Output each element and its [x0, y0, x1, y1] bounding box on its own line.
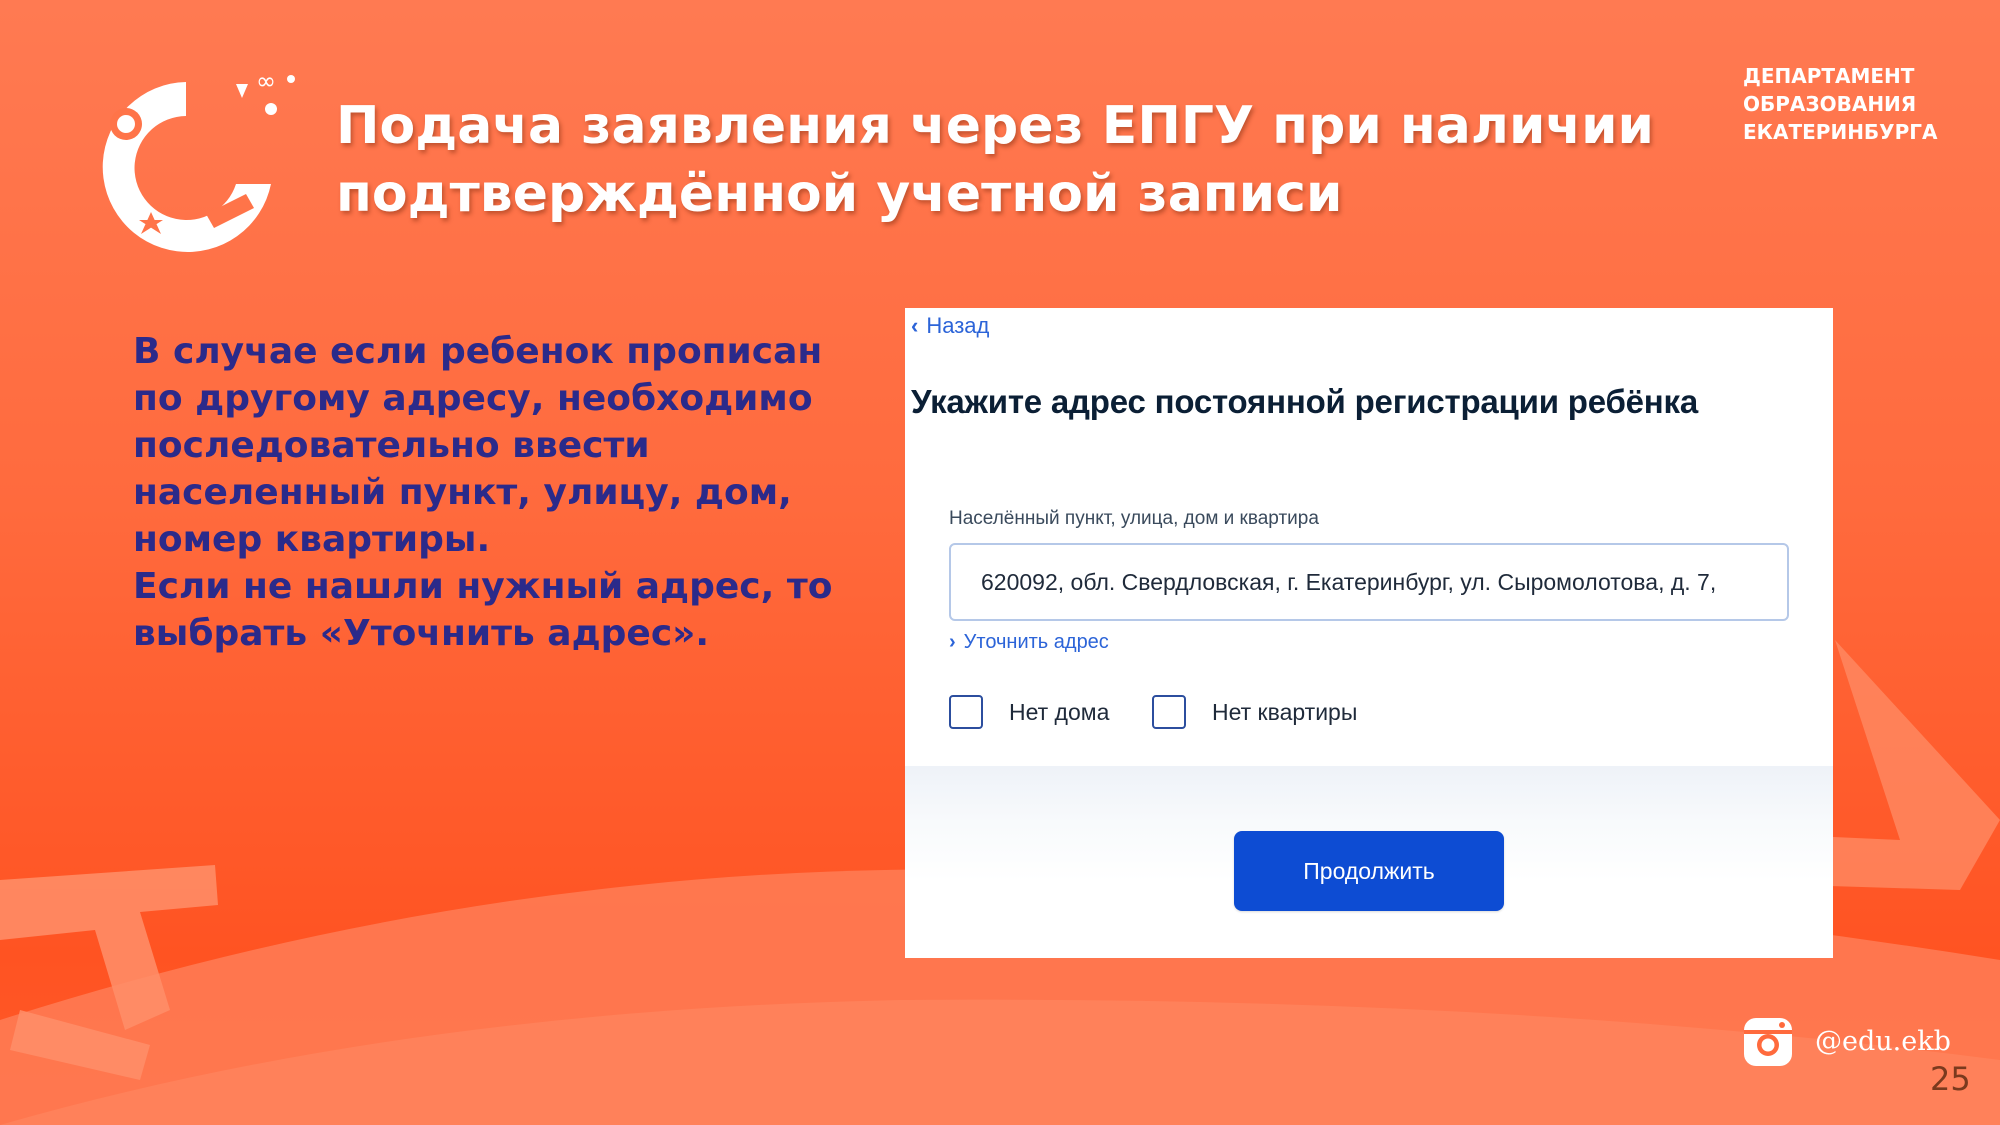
back-label: Назад — [926, 313, 990, 338]
slide: ∞ Подача заявления через ЕПГУ при наличи… — [0, 0, 2000, 1125]
no-house-checkbox[interactable]: Нет дома — [949, 695, 1109, 729]
form-heading: Укажите адрес постоянной регистрации реб… — [911, 383, 1699, 420]
refine-address-link[interactable]: › Уточнить адрес — [949, 631, 1109, 654]
refine-address-label: Уточнить адрес — [963, 631, 1109, 653]
title-line: Подача заявления через ЕПГУ при наличии — [336, 96, 1654, 156]
epgu-screenshot: ‹ Назад Укажите адрес постоянной регистра… — [905, 308, 1833, 958]
social-handle[interactable]: @edu.ekb — [1815, 1026, 1951, 1057]
department-logo-text: ДЕПАРТАМЕНТ ОБРАЗОВАНИЯ ЕКАТЕРИНБУРГА — [1743, 62, 1937, 146]
address-field-label: Населённый пункт, улица, дом и квартира — [949, 508, 1319, 529]
chevron-right-icon: › — [949, 631, 956, 653]
department-line: ОБРАЗОВАНИЯ — [1743, 92, 1917, 116]
instruction-line: номер квартиры. — [133, 519, 491, 560]
chevron-left-icon: ‹ — [911, 313, 919, 338]
instruction-line: последовательно ввести — [133, 425, 650, 466]
instagram-icon[interactable] — [1742, 1016, 1794, 1068]
instruction-line: В случае если ребенок прописан — [133, 331, 823, 372]
instruction-line: по другому адресу, необходимо — [133, 378, 813, 419]
svg-text:∞: ∞ — [256, 67, 276, 95]
department-line: ЕКАТЕРИНБУРГА — [1743, 120, 1938, 144]
department-line: ДЕПАРТАМЕНТ — [1743, 64, 1915, 88]
instruction-line: населенный пункт, улицу, дом, — [133, 472, 792, 513]
checkbox-label: Нет дома — [1009, 698, 1110, 725]
page-title: Подача заявления через ЕПГУ при наличии … — [336, 92, 1706, 228]
checkbox-box[interactable] — [949, 695, 983, 729]
title-line: подтверждённой учетной записи — [336, 164, 1343, 224]
instruction-line: выбрать «Уточнить адрес». — [133, 613, 710, 654]
checkbox-label: Нет квартиры — [1212, 698, 1358, 725]
continue-button[interactable]: Продолжить — [1234, 831, 1504, 911]
address-input[interactable] — [949, 543, 1789, 621]
city-festive-logo: ∞ — [102, 67, 295, 252]
no-apartment-checkbox[interactable]: Нет квартиры — [1152, 695, 1357, 729]
address-form-card: ‹ Назад Укажите адрес постоянной регистра… — [905, 308, 1825, 766]
instruction-text: В случае если ребенок прописан по другом… — [133, 328, 873, 657]
instruction-line: Если не нашли нужный адрес, то — [133, 566, 833, 607]
checkbox-box[interactable] — [1152, 695, 1186, 729]
page-number: 25 — [1930, 1060, 1971, 1098]
back-link[interactable]: ‹ Назад — [911, 313, 989, 339]
